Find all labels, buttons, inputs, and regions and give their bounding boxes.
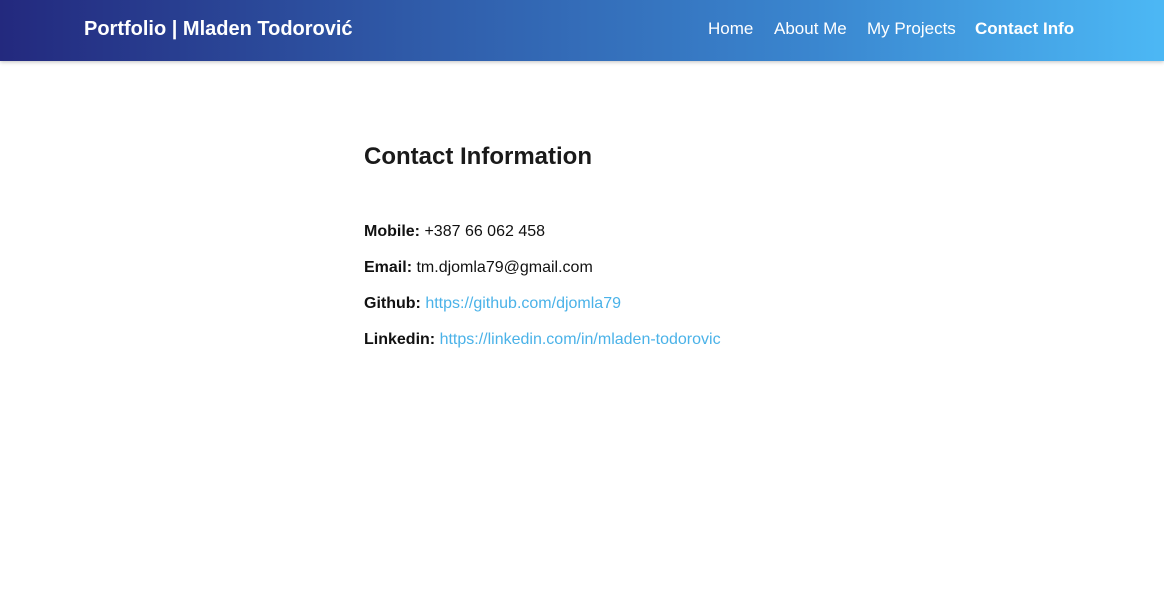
contact-row-email: Email: tm.djomla79@gmail.com: [364, 258, 593, 278]
page-title: Contact Information: [364, 143, 592, 170]
nav-link-about[interactable]: About Me: [774, 19, 847, 39]
mobile-label: Mobile:: [364, 223, 420, 240]
nav-link-projects[interactable]: My Projects: [867, 19, 956, 39]
nav-link-contact[interactable]: Contact Info: [975, 19, 1074, 39]
email-label: Email:: [364, 259, 413, 276]
contact-row-linkedin: Linkedin: https://linkedin.com/in/mladen…: [364, 330, 721, 350]
mobile-value: +387 66 062 458: [424, 223, 546, 240]
nav-menu: Home About Me My Projects Contact Info: [0, 0, 1164, 61]
email-value: tm.djomla79@gmail.com: [416, 259, 593, 276]
contact-row-mobile: Mobile: +387 66 062 458: [364, 222, 545, 242]
nav-link-home[interactable]: Home: [708, 19, 753, 39]
linkedin-link[interactable]: https://linkedin.com/in/mladen-todorovic: [440, 331, 721, 348]
contact-row-github: Github: https://github.com/djomla79: [364, 294, 621, 314]
github-label: Github:: [364, 295, 421, 312]
linkedin-label: Linkedin:: [364, 331, 436, 348]
navbar: Portfolio | Mladen Todorović Home About …: [0, 0, 1164, 61]
github-link[interactable]: https://github.com/djomla79: [425, 295, 621, 312]
